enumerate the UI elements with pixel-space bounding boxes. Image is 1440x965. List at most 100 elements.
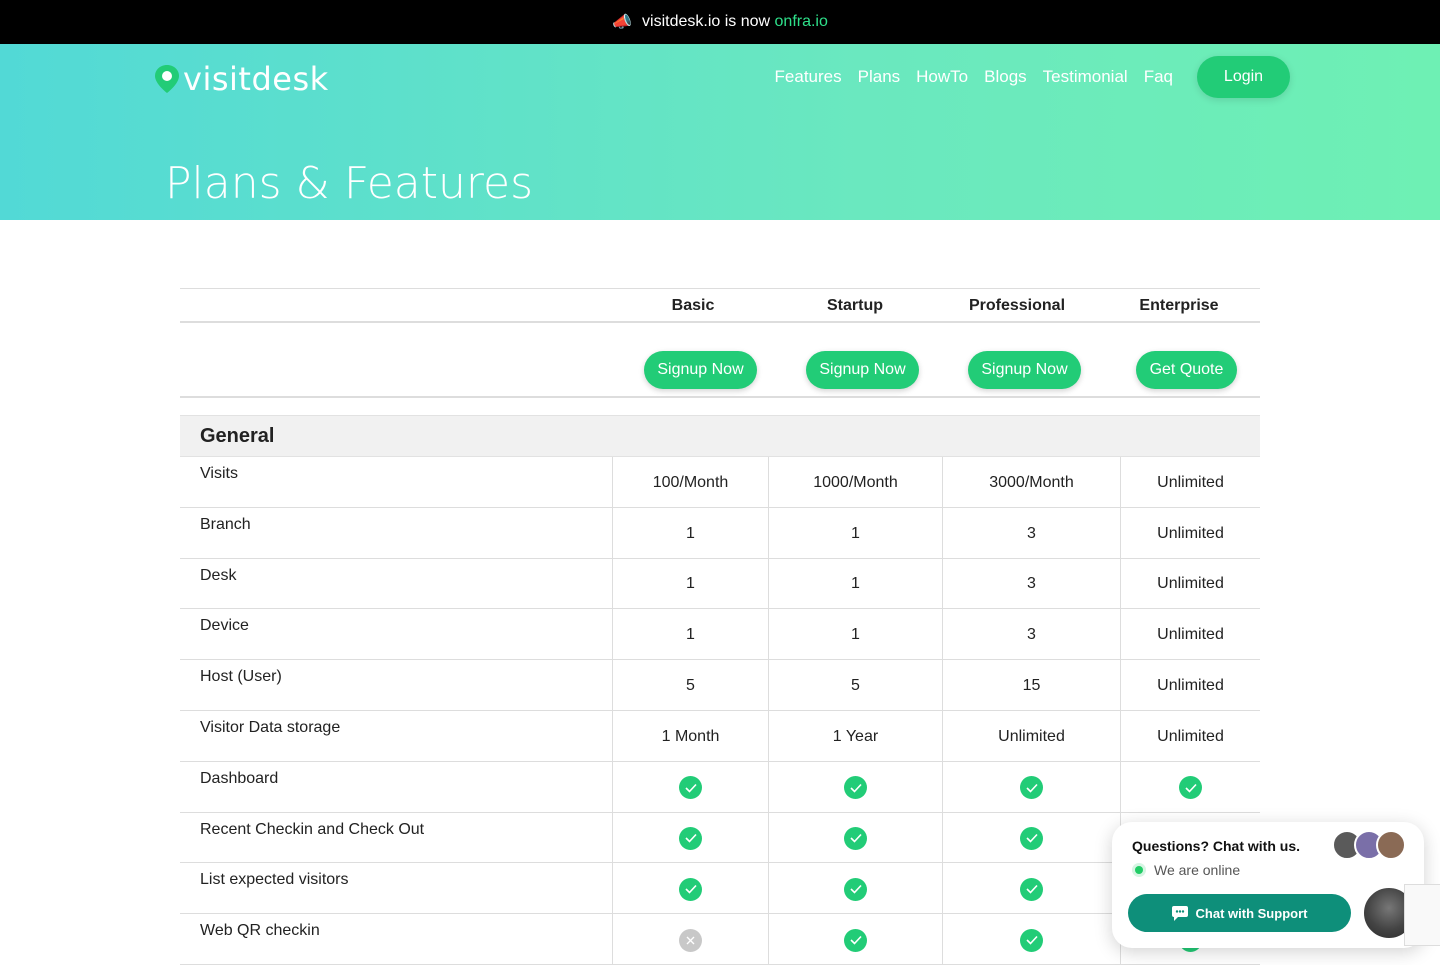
check-icon: [679, 826, 702, 850]
table-row: List expected visitors: [180, 863, 1260, 915]
get-quote-button[interactable]: Get Quote: [1136, 351, 1237, 389]
check-icon: [1020, 877, 1043, 901]
chat-status: We are online: [1132, 862, 1240, 878]
feature-value-cell: 1: [612, 558, 768, 609]
nav-blogs[interactable]: Blogs: [984, 67, 1027, 87]
support-avatars: [1332, 830, 1406, 860]
table-row: Recent Checkin and Check Out: [180, 812, 1260, 864]
feature-value-cell: 5: [612, 660, 768, 710]
plan-cta-row: Signup Now Signup Now Signup Now Get Quo…: [180, 323, 1260, 398]
new-brand-link[interactable]: onfra.io: [775, 13, 828, 30]
chat-with-support-button[interactable]: Chat with Support: [1128, 894, 1351, 932]
feature-label: Device: [200, 617, 249, 635]
feature-value-cell: Unlimited: [1120, 558, 1260, 609]
check-icon: [844, 877, 867, 901]
feature-label: Dashboard: [200, 769, 279, 787]
feature-value-cell: 3: [942, 609, 1120, 660]
check-icon: [679, 877, 702, 901]
check-icon: [844, 928, 867, 952]
feature-value-cell: 100/Month: [612, 457, 768, 507]
feature-included-cell: [942, 914, 1120, 964]
feature-value-cell: 1: [612, 609, 768, 660]
check-icon: [1020, 928, 1043, 952]
feature-value-cell: 1: [768, 558, 942, 609]
avatar: [1376, 830, 1406, 860]
feature-value-cell: 3000/Month: [942, 457, 1120, 507]
nav-howto[interactable]: HowTo: [916, 67, 968, 87]
hero-header: visitdesk Features Plans HowTo Blogs Tes…: [0, 44, 1440, 220]
location-pin-icon: [155, 65, 179, 93]
announcement-text: visitdesk.io is now onfra.io: [642, 13, 828, 31]
feature-value-cell: 1: [768, 609, 942, 660]
table-row: Desk 1 1 3 Unlimited: [180, 558, 1260, 610]
signup-professional-button[interactable]: Signup Now: [968, 351, 1081, 389]
nav-plans[interactable]: Plans: [858, 67, 901, 87]
plan-name-professional: Professional: [968, 297, 1066, 314]
feature-included-cell: [1120, 761, 1260, 812]
feature-included-cell: [768, 914, 942, 964]
table-row: Visitor Data storage 1 Month 1 Year Unlimit…: [180, 710, 1260, 762]
feature-value-cell: Unlimited: [1120, 660, 1260, 710]
feature-label: Visitor Data storage: [200, 718, 341, 736]
feature-label: Branch: [200, 515, 251, 533]
check-icon: [1020, 776, 1043, 800]
feature-value-cell: 5: [768, 660, 942, 710]
feature-included-cell: [942, 863, 1120, 914]
chat-status-text: We are online: [1154, 862, 1241, 878]
announcement-bar: 📣 visitdesk.io is now onfra.io: [0, 0, 1440, 44]
chat-question: Questions? Chat with us.: [1132, 838, 1301, 854]
recaptcha-badge[interactable]: [1404, 884, 1440, 946]
feature-value-cell: Unlimited: [942, 710, 1120, 761]
check-icon: [1179, 776, 1202, 800]
feature-included-cell: [612, 812, 768, 863]
feature-value-cell: 1: [768, 507, 942, 558]
page-title: Plans & Features: [165, 158, 534, 209]
plan-header-row: Basic Startup Professional Enterprise: [180, 288, 1260, 323]
check-icon: [1020, 826, 1043, 850]
chat-button-label: Chat with Support: [1195, 905, 1308, 921]
nav-testimonial[interactable]: Testimonial: [1043, 67, 1128, 87]
section-general: General: [180, 415, 1260, 457]
logo[interactable]: visitdesk: [155, 60, 329, 98]
feature-value-cell: Unlimited: [1120, 457, 1260, 507]
table-row: Host (User) 5 5 15 Unlimited: [180, 660, 1260, 711]
feature-included-cell: [612, 863, 768, 914]
megaphone-icon: 📣: [612, 14, 633, 31]
table-row: Dashboard: [180, 761, 1260, 813]
feature-included-cell: [942, 812, 1120, 863]
check-icon: [844, 826, 867, 850]
plan-name-startup: Startup: [827, 297, 883, 314]
feature-value-cell: 1: [612, 507, 768, 558]
feature-label: Visits: [200, 465, 238, 482]
feature-label: Host (User): [200, 668, 282, 686]
feature-value-cell: 15: [942, 660, 1120, 710]
feature-included-cell: [768, 761, 942, 812]
plan-name-enterprise: Enterprise: [1139, 297, 1219, 314]
feature-included-cell: [768, 812, 942, 863]
signup-startup-button[interactable]: Signup Now: [806, 351, 919, 389]
feature-rows: Visits 100/Month 1000/Month 3000/Month Unlim…: [180, 457, 1260, 965]
check-icon: [844, 776, 867, 800]
feature-label: Web QR checkin: [200, 922, 320, 940]
feature-value-cell: Unlimited: [1120, 710, 1260, 761]
brand-name: visitdesk: [183, 60, 329, 98]
login-button[interactable]: Login: [1197, 56, 1290, 98]
feature-value-cell: 1000/Month: [768, 457, 942, 507]
feature-value-cell: 3: [942, 507, 1120, 558]
announcement-message: visitdesk.io is now: [642, 13, 771, 30]
feature-value-cell: Unlimited: [1120, 609, 1260, 660]
feature-label: List expected visitors: [200, 871, 349, 889]
feature-label: Desk: [200, 566, 237, 584]
chat-widget: Questions? Chat with us. We are online C…: [1112, 822, 1424, 948]
online-indicator-icon: [1132, 863, 1146, 877]
nav-faq[interactable]: Faq: [1144, 67, 1173, 87]
signup-basic-button[interactable]: Signup Now: [644, 351, 757, 389]
plans-table: Basic Startup Professional Enterprise Si…: [180, 288, 1260, 965]
plan-name-basic: Basic: [671, 297, 715, 314]
nav-features[interactable]: Features: [775, 67, 842, 87]
cross-icon: [679, 928, 702, 952]
table-row: Device 1 1 3 Unlimited: [180, 609, 1260, 661]
chat-bubble-icon: [1171, 905, 1188, 921]
feature-included-cell: [768, 863, 942, 914]
feature-value-cell: 1 Month: [612, 710, 768, 761]
